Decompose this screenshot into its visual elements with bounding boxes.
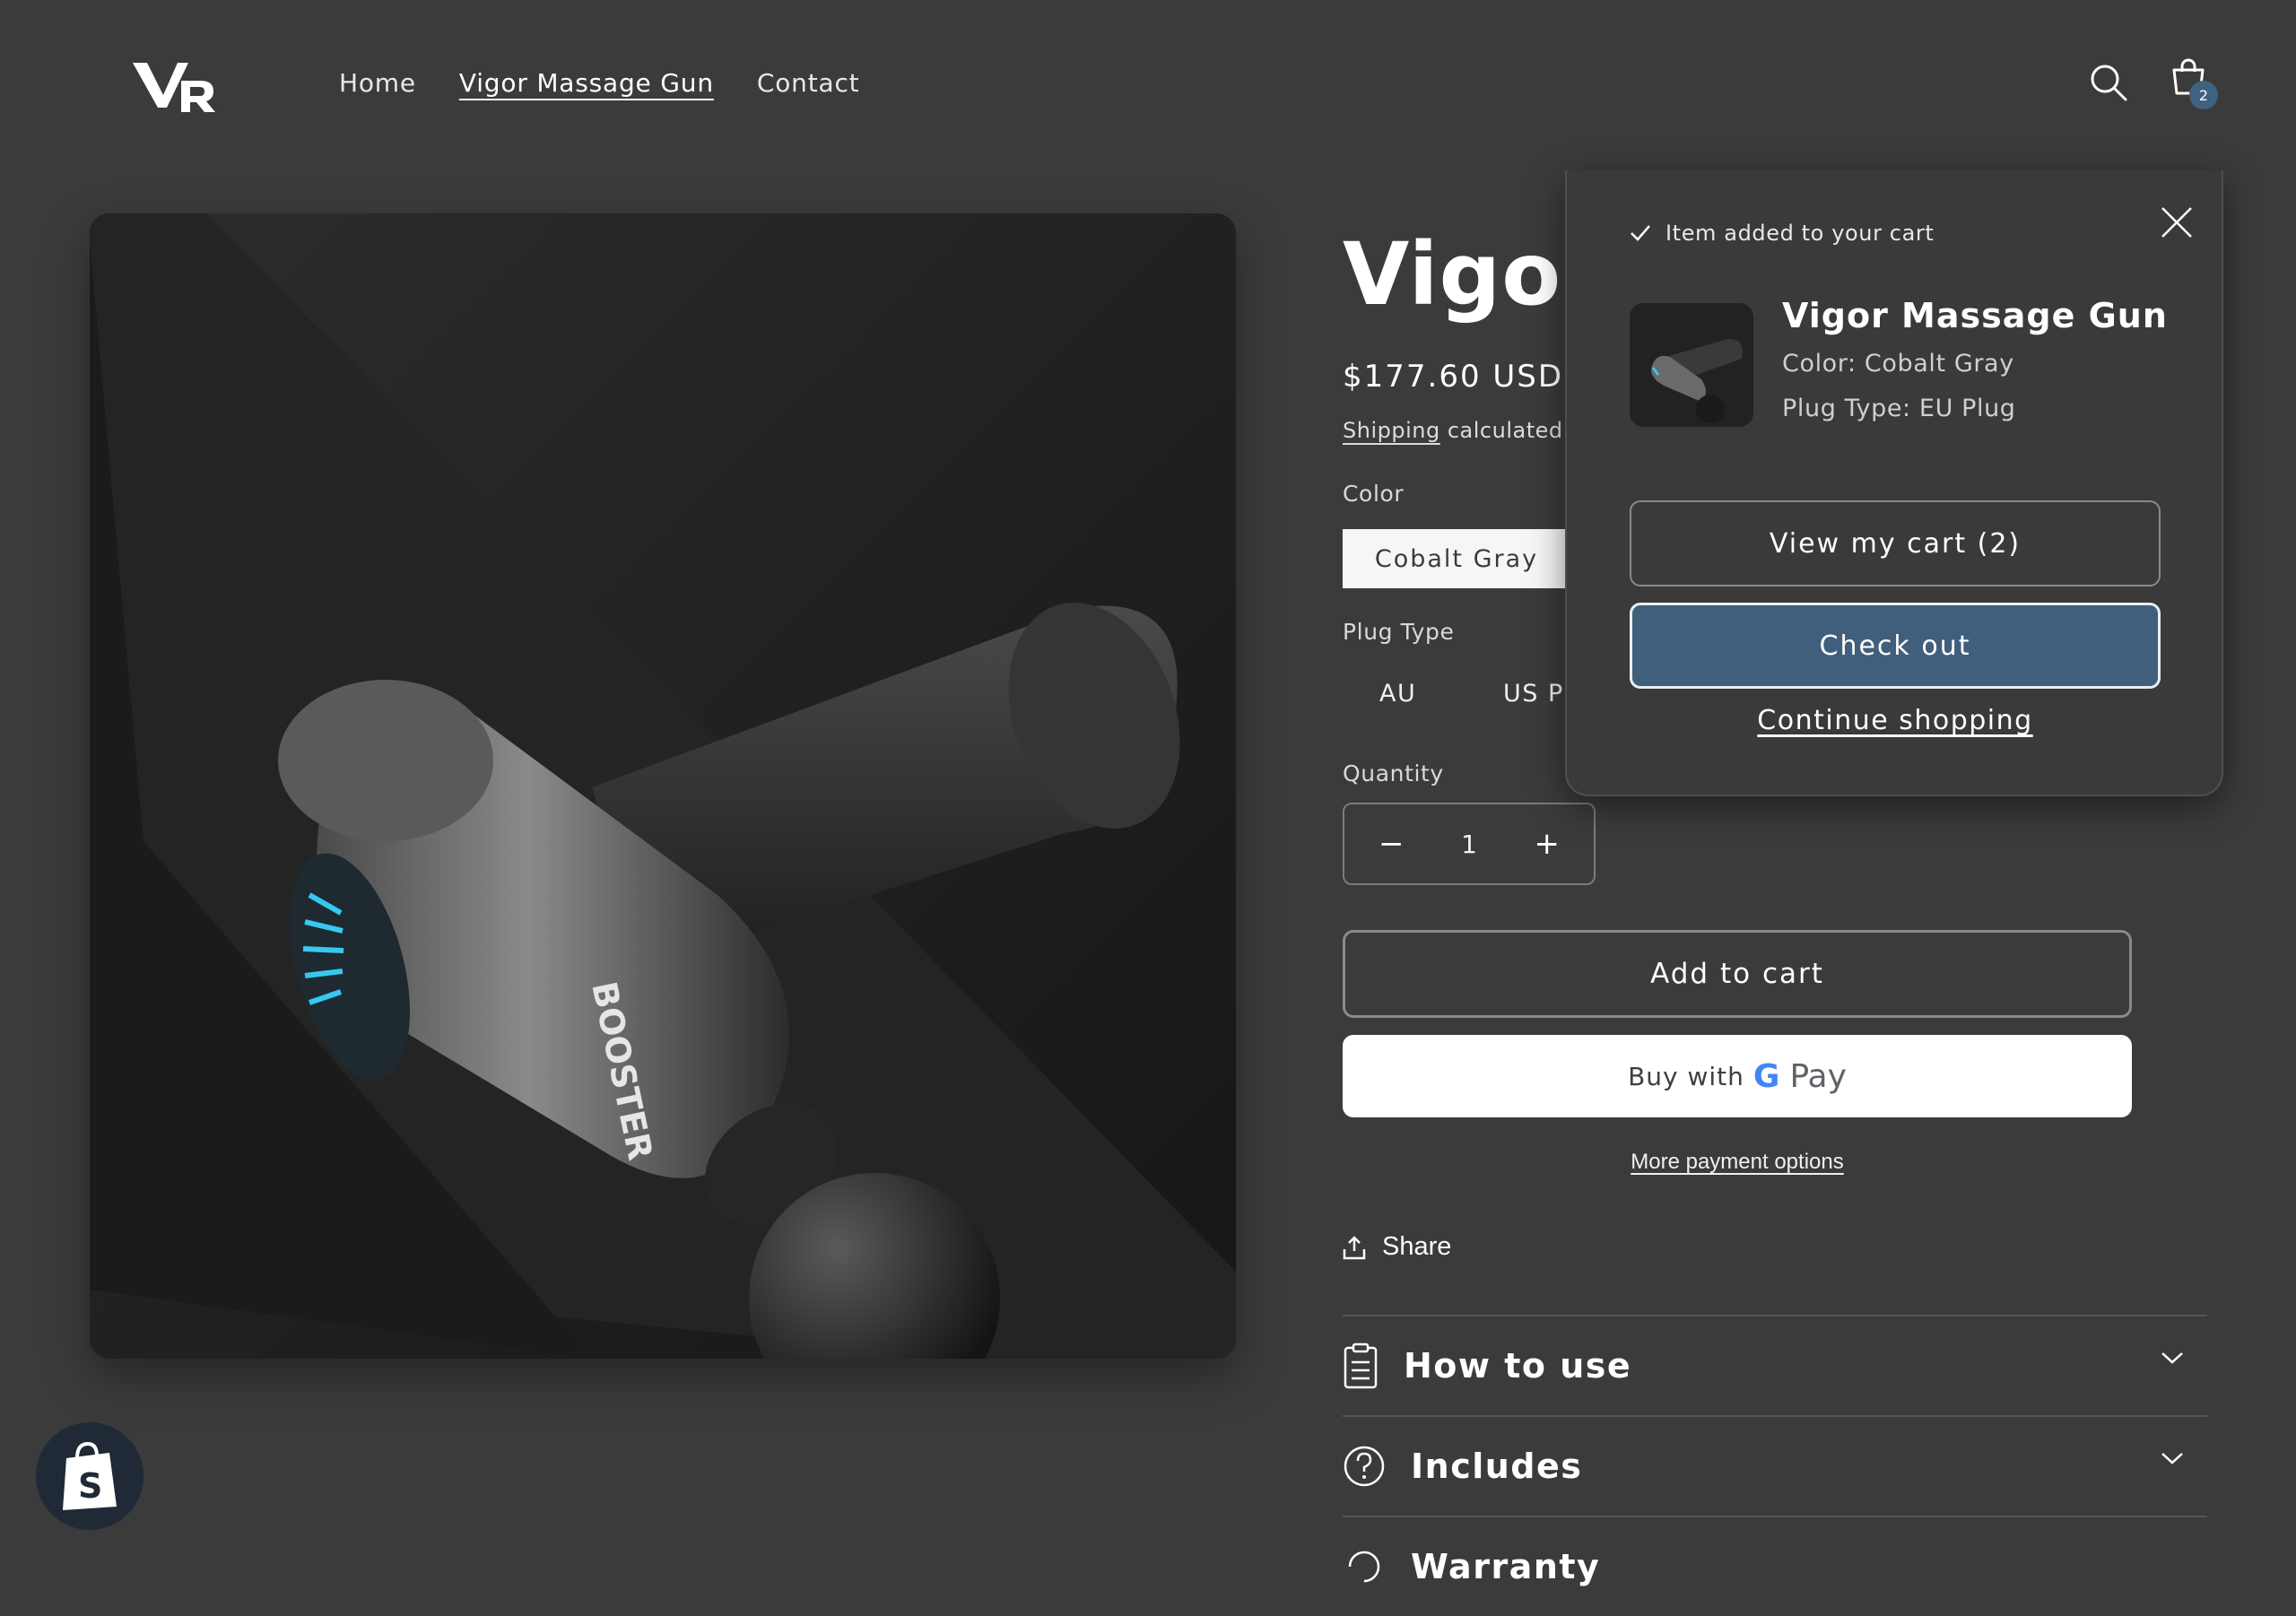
accordion-includes[interactable]: Includes (1343, 1415, 2207, 1516)
cart-item-name: Vigor Massage Gun (1782, 296, 2168, 335)
svg-text:S: S (78, 1466, 102, 1506)
cart-item-thumbnail (1630, 303, 1753, 427)
continue-shopping-link[interactable]: Continue shopping (1757, 705, 2032, 736)
accordion-title: Includes (1411, 1447, 1583, 1486)
warranty-icon (1348, 1551, 1380, 1583)
main-nav: Home Vigor Massage Gun Contact (339, 68, 859, 98)
shipping-note-text: calculated (1447, 418, 1563, 443)
share-button[interactable]: Share (1343, 1232, 1451, 1262)
continue-shopping: Continue shopping (1630, 705, 2161, 736)
product-image[interactable]: BOOSTER (90, 213, 1236, 1359)
cart-notification-status: Item added to your cart (1630, 221, 1934, 246)
question-icon (1344, 1446, 1385, 1487)
google-pay-button[interactable]: Buy with G Pay (1343, 1035, 2132, 1117)
share-label: Share (1382, 1232, 1452, 1261)
quantity-stepper: − 1 + (1343, 803, 1596, 885)
clipboard-icon (1344, 1342, 1378, 1389)
buy-with-label: Buy with (1628, 1061, 1744, 1091)
search-icon[interactable] (2087, 61, 2130, 104)
checkout-button[interactable]: Check out (1630, 603, 2161, 689)
quantity-increase-button[interactable]: + (1534, 826, 1560, 862)
close-icon[interactable] (2159, 204, 2195, 240)
accordion-title: How to use (1404, 1346, 1632, 1386)
chevron-down-icon (2161, 1352, 2183, 1364)
check-icon (1631, 225, 1650, 241)
add-to-cart-button[interactable]: Add to cart (1343, 930, 2132, 1018)
shipping-note: Shipping calculated (1343, 418, 1563, 443)
chevron-down-icon (2161, 1453, 2183, 1464)
plug-option-au[interactable]: AU (1379, 680, 1416, 708)
cart-count-badge: 2 (2189, 81, 2218, 109)
shopify-badge[interactable]: S (36, 1422, 144, 1530)
cart-item-color: Color: Cobalt Gray (1782, 350, 2014, 378)
accordion-title: Warranty (1411, 1547, 1601, 1586)
plug-option-us[interactable]: US Pl (1503, 680, 1572, 708)
cart-notification: Item added to your cart Vigor Massage Gu… (1565, 170, 2223, 796)
more-payment-options-link[interactable]: More payment options (1631, 1150, 1843, 1174)
gpay-pay-label: Pay (1789, 1057, 1847, 1095)
google-g-icon: G (1752, 1057, 1781, 1095)
quantity-label: Quantity (1343, 760, 1444, 786)
plug-type-label: Plug Type (1343, 619, 1455, 645)
shipping-link[interactable]: Shipping (1343, 418, 1440, 443)
nav-contact[interactable]: Contact (757, 68, 860, 98)
nav-vigor-massage-gun[interactable]: Vigor Massage Gun (459, 68, 714, 98)
share-icon (1343, 1235, 1366, 1259)
cart-item-plug-type: Plug Type: EU Plug (1782, 395, 2016, 422)
quantity-decrease-button[interactable]: − (1378, 826, 1405, 862)
product-price: $177.60 USD (1343, 359, 1564, 395)
accordion-how-to-use[interactable]: How to use (1343, 1315, 2207, 1415)
color-option-cobalt-gray[interactable]: Cobalt Gray (1343, 529, 1570, 588)
massage-gun-photo: BOOSTER (90, 213, 1236, 1359)
store-logo[interactable] (133, 59, 222, 115)
cart-notification-text: Item added to your cart (1665, 221, 1935, 246)
accordion-warranty[interactable]: Warranty (1343, 1516, 2207, 1616)
more-payment-options: More payment options (1343, 1150, 2132, 1175)
view-cart-button[interactable]: View my cart (2) (1630, 500, 2161, 586)
quantity-input[interactable]: 1 (1461, 830, 1477, 859)
shopify-bag-icon: S (63, 1441, 117, 1510)
massage-gun-thumbnail-image (1630, 303, 1753, 427)
nav-home[interactable]: Home (339, 68, 416, 98)
color-label: Color (1343, 481, 1405, 507)
